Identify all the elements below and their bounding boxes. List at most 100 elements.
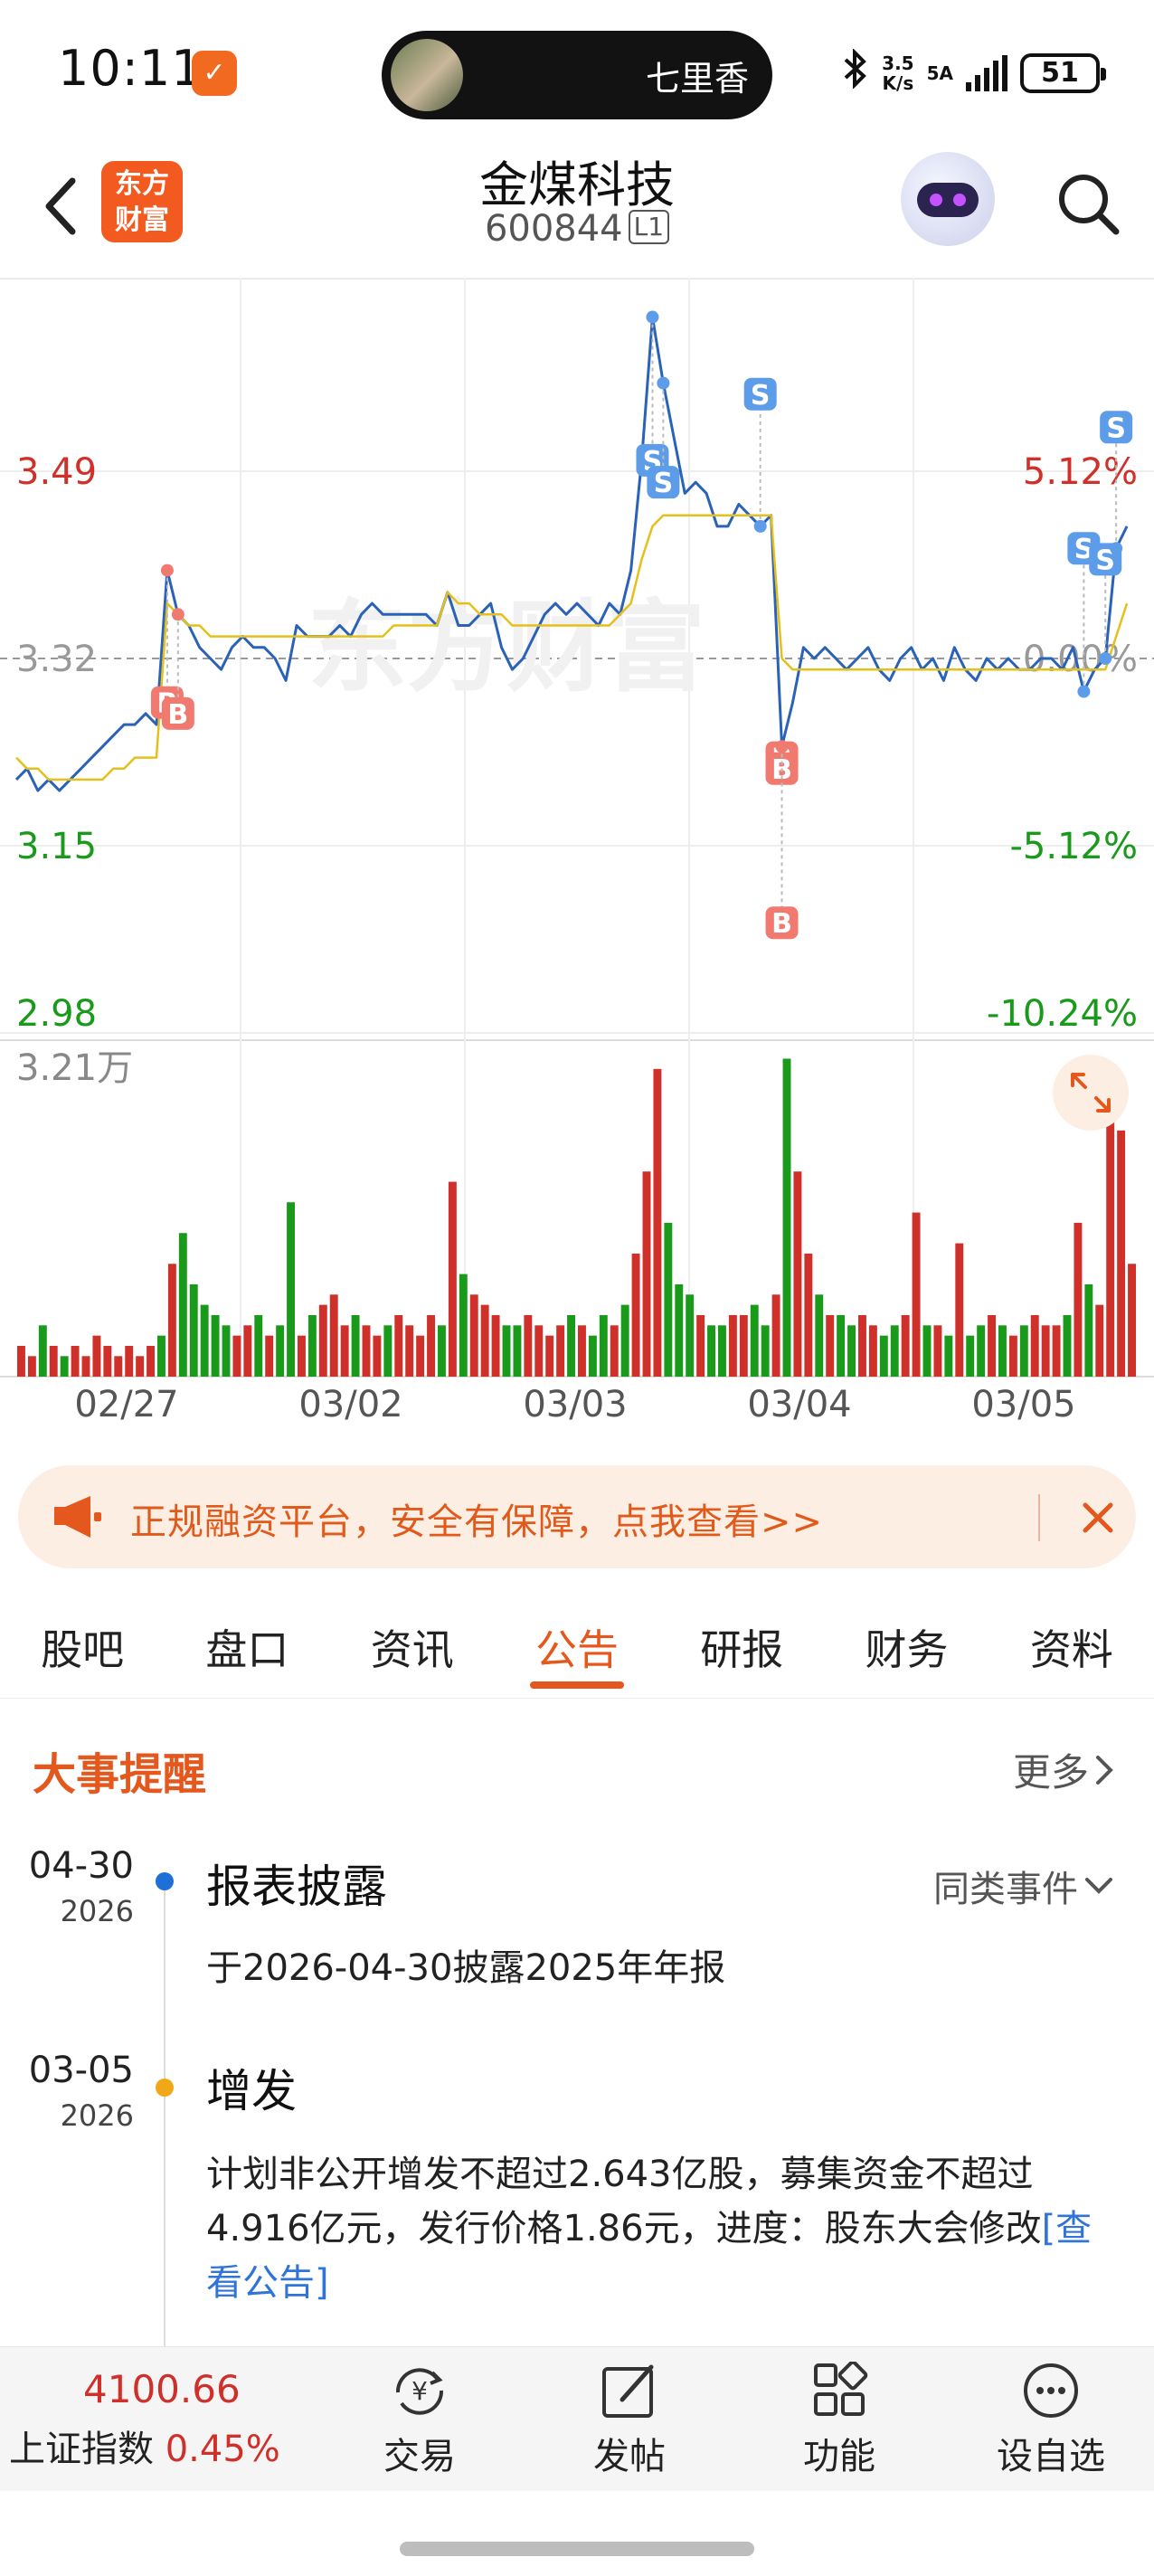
x-tick-label: 03/04 [747, 1384, 851, 1425]
volume-bar [394, 1314, 403, 1377]
event-body: 于2026-04-30披露2025年年报 [206, 1947, 726, 1989]
volume-bar [826, 1314, 835, 1377]
marker-label: S [654, 468, 674, 499]
volume-bar [1030, 1314, 1039, 1377]
pct-tick-label: 5.12% [1023, 451, 1138, 493]
banner-text: 正规融资平台，安全有保障，点我查看>> [130, 1501, 824, 1543]
add-watchlist-button[interactable]: 设自选 [979, 2362, 1123, 2488]
price-tick-label: 3.15 [16, 826, 97, 867]
volume-bar [955, 1243, 964, 1377]
similar-events-dropdown[interactable]: 同类事件 [933, 1860, 1114, 1912]
volume-bar [1074, 1222, 1083, 1377]
volume-bar [922, 1325, 932, 1377]
volume-bar [92, 1335, 101, 1377]
volume-bar [610, 1325, 619, 1377]
search-icon[interactable] [1053, 168, 1125, 241]
marker-dot [171, 608, 184, 621]
volume-bar [1117, 1130, 1126, 1377]
volume-bar [793, 1171, 802, 1377]
content-tabs: 股吧 盘口 资讯 公告 研报 财务 资料 [0, 1588, 1154, 1699]
volume-bar [222, 1325, 231, 1377]
marker-dot [160, 564, 174, 577]
tab-pankou[interactable]: 盘口 [165, 1588, 329, 1698]
expand-button-bg [1053, 1055, 1129, 1131]
event-year: 2026 [60, 2098, 134, 2133]
volume-bar [211, 1314, 220, 1377]
tab-research[interactable]: 研报 [659, 1588, 824, 1698]
banner-divider [1038, 1494, 1040, 1541]
volume-bar [868, 1325, 877, 1377]
tab-announcements[interactable]: 公告 [495, 1588, 659, 1698]
volume-bar [890, 1325, 899, 1377]
volume-bar [513, 1325, 522, 1377]
volume-bar [707, 1325, 715, 1377]
close-icon[interactable] [1078, 1498, 1118, 1538]
event-title: 报表披露 [206, 1861, 387, 1913]
index-value[interactable]: 4100.66 [83, 2367, 241, 2411]
volume-bar [459, 1274, 468, 1377]
marker-dot [1099, 652, 1112, 665]
functions-button[interactable]: 功能 [767, 2362, 912, 2488]
now-playing-title: 七里香 [645, 59, 749, 99]
volume-bar [147, 1345, 155, 1377]
volume-bar [71, 1345, 80, 1377]
x-tick-label: 03/05 [971, 1384, 1075, 1425]
volume-bar [988, 1314, 996, 1377]
pct-tick-label: -10.24% [987, 993, 1138, 1035]
marker-dot [1077, 685, 1091, 698]
marker-dot [775, 740, 789, 753]
intraday-chart[interactable]: 东方财富 3.49 3.32 3.15 2.98 5.12% 0.00% -5.12% -10.… [0, 279, 1154, 1427]
tab-news[interactable]: 资讯 [330, 1588, 495, 1698]
volume-bar [901, 1314, 910, 1377]
tab-finance[interactable]: 财务 [824, 1588, 988, 1698]
volume-bar [534, 1325, 544, 1377]
promo-banner[interactable]: 正规融资平台，安全有保障，点我查看>> [18, 1465, 1136, 1568]
x-tick-label: 03/02 [298, 1384, 402, 1425]
marker-dot [1110, 542, 1123, 555]
volume-bar [373, 1335, 382, 1377]
volume-bar [340, 1325, 349, 1377]
marker-dot [657, 376, 670, 390]
volume-bar [879, 1335, 888, 1377]
tab-guba[interactable]: 股吧 [0, 1588, 165, 1698]
event-year: 2026 [60, 1894, 134, 1928]
volume-bar [189, 1283, 198, 1377]
volume-bar [351, 1314, 360, 1377]
volume-bar [728, 1314, 737, 1377]
volume-bar [502, 1325, 511, 1377]
volume-bar [232, 1335, 241, 1377]
volume-bar [38, 1325, 47, 1377]
index-name-row[interactable]: 上证指数 0.45% [9, 2420, 280, 2472]
volume-bar [438, 1325, 446, 1377]
volume-bar [653, 1068, 662, 1377]
volume-bar [858, 1314, 866, 1377]
volume-bar [1095, 1304, 1104, 1377]
x-tick-label: 02/27 [74, 1384, 178, 1425]
volume-bar [545, 1335, 554, 1377]
volume-bar [307, 1314, 317, 1377]
volume-bar [977, 1325, 986, 1377]
trade-button[interactable]: ¥ 交易 [347, 2362, 492, 2488]
volume-bar [567, 1314, 575, 1377]
volume-bar [200, 1304, 209, 1377]
timeline-line [164, 1881, 166, 2352]
bluetooth-icon [842, 48, 869, 98]
home-indicator[interactable] [400, 2542, 754, 2556]
volume-bar [427, 1314, 435, 1377]
event-date: 04-30 [28, 1845, 134, 1887]
battery-icon: 51 [1020, 53, 1106, 93]
ai-assistant-icon[interactable] [901, 152, 995, 246]
post-button[interactable]: 发帖 [557, 2362, 702, 2488]
marker-dot [753, 519, 767, 533]
network-type: 5A [926, 62, 953, 84]
tab-profile[interactable]: 资料 [989, 1588, 1154, 1698]
volume-bar [298, 1335, 306, 1377]
dynamic-island-music[interactable]: 七里香 [382, 31, 772, 119]
volume-bar [524, 1314, 533, 1377]
album-art-icon [391, 39, 463, 111]
megaphone-icon [54, 1496, 101, 1538]
level-badge: L1 [628, 210, 670, 244]
volume-bar [782, 1058, 791, 1377]
more-link[interactable]: 更多 [1013, 1742, 1114, 1797]
volume-bar [815, 1294, 824, 1377]
